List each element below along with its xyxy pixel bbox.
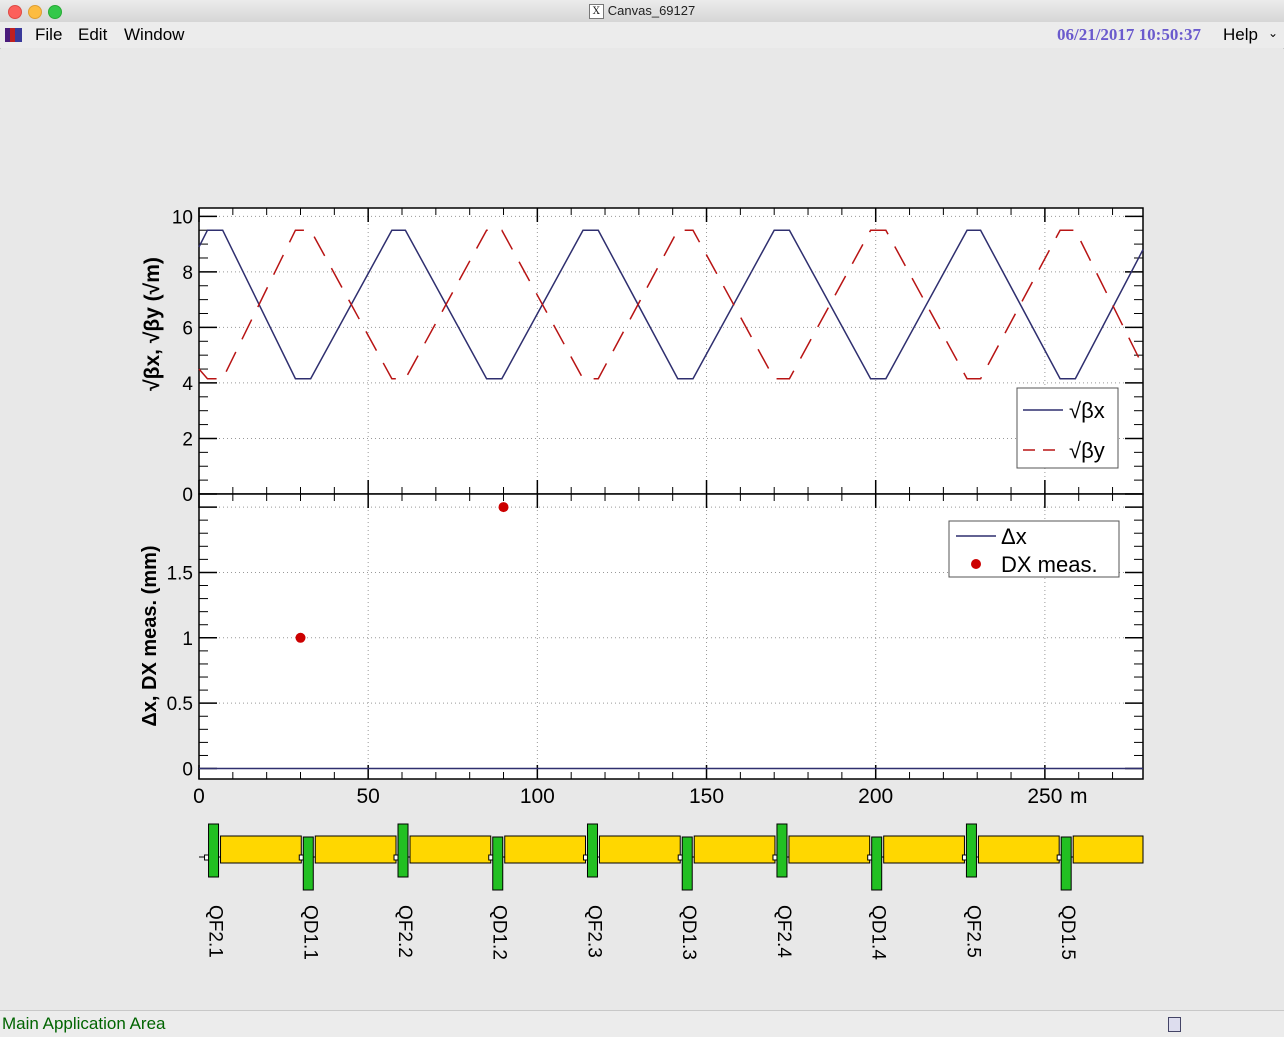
quadrupole-QD1.4 <box>871 836 883 891</box>
beta-plot-frame <box>198 207 1144 495</box>
optics-plot: 024681000.511.5 0 50 100 150 200 250 √βx, √βy… <box>139 207 1144 960</box>
quadrupole-QF2.4 <box>776 823 788 878</box>
status-text: Main Application Area <box>2 1014 166 1033</box>
quad-label-QF2.2: QF2.2 <box>394 905 415 958</box>
legend-dx-meas-swatch <box>971 559 981 569</box>
window-title-area: X Canvas_69127 <box>0 3 1284 20</box>
quad-label-QF2.5: QF2.5 <box>962 905 983 958</box>
y-tick-label: 8 <box>182 263 193 284</box>
window-title: Canvas_69127 <box>607 3 696 18</box>
legend-beta-y-label: √βy <box>1069 438 1105 463</box>
menu-file[interactable]: File <box>35 25 62 45</box>
quad-label-QD1.1: QD1.1 <box>299 905 320 960</box>
x-tick-label: 0 <box>193 785 205 808</box>
dipole-magnet <box>220 835 302 864</box>
dx-meas-point <box>295 632 306 643</box>
menubar: File Edit Window 06/21/2017 10:50:37 Hel… <box>0 22 1284 49</box>
x-tick-label: 250 <box>1027 785 1062 808</box>
dipole-magnet <box>693 835 776 864</box>
x-axis-unit-label: m <box>1070 785 1088 808</box>
y-tick-labels: 0 2 4 6 8 10 0 0.5 1 1.5 <box>167 207 194 780</box>
dipole-magnet <box>314 835 397 864</box>
lattice-strip: QF2.1 QD1.1 QF2.2 QD1.2 QF2.3 QD1.3 QF2.4 QD1.4… <box>199 823 1144 960</box>
quad-label-QD1.3: QD1.3 <box>678 905 699 960</box>
chevron-down-icon[interactable]: ⌄ <box>1268 26 1278 40</box>
menu-edit[interactable]: Edit <box>78 25 107 45</box>
quad-label-QF2.4: QF2.4 <box>773 905 794 958</box>
y-tick-label: 10 <box>172 207 193 228</box>
quadrupole-QD1.5 <box>1060 836 1072 891</box>
y-tick-label: 0 <box>182 760 193 781</box>
quadrupole-QD1.1 <box>302 836 314 891</box>
canvas-area[interactable]: 0 2 4 6 8 10 0 0.5 1 1.5 0 50 100 150 200 250 √βx, √βy… <box>1 48 1283 1010</box>
dipole-magnet <box>883 835 965 864</box>
y-tick-label: 1.5 <box>167 563 193 584</box>
y-tick-label: 1 <box>182 629 193 650</box>
y-tick-label: 4 <box>182 374 193 395</box>
x-tick-label: 150 <box>689 785 724 808</box>
statusbar: Main Application Area <box>0 1010 1284 1037</box>
dipole-magnet <box>1072 835 1144 864</box>
quadrupole-QF2.1 <box>208 823 220 878</box>
x11-icon: X <box>588 4 604 20</box>
dx-y-axis-label: Δx, DX meas. (mm) <box>139 545 161 726</box>
quadrupole-QF2.2 <box>397 823 409 878</box>
dx-meas-point <box>498 502 509 513</box>
x-tick-label: 100 <box>520 785 555 808</box>
legend-dx-meas-label: DX meas. <box>1001 552 1098 577</box>
x-tick-label: 200 <box>858 785 893 808</box>
quad-label-QD1.4: QD1.4 <box>868 905 889 960</box>
quadrupole-QD1.2 <box>492 836 504 891</box>
y-tick-label: 0 <box>182 485 193 506</box>
legend-beta-x-label: √βx <box>1069 398 1105 423</box>
dipole-magnet <box>409 835 492 864</box>
quad-label-QF2.1: QF2.1 <box>205 905 226 958</box>
beta-y-axis-label: √βx, √βy (√m) <box>141 257 164 391</box>
quad-label-QF2.3: QF2.3 <box>583 905 604 958</box>
y-tick-label: 0.5 <box>167 694 193 715</box>
quad-label-QD1.2: QD1.2 <box>489 905 510 960</box>
window-titlebar: X Canvas_69127 <box>0 0 1284 23</box>
dipole-magnet <box>977 835 1060 864</box>
x-tick-labels: 0 50 100 150 200 250 <box>193 785 1062 808</box>
x-tick-label: 50 <box>356 785 379 808</box>
datetime-display: 06/21/2017 10:50:37 <box>1056 25 1201 44</box>
y-tick-label: 6 <box>182 318 193 339</box>
quadrupole-QF2.3 <box>586 823 598 878</box>
legend-dx-label: Δx <box>1001 524 1027 549</box>
dx-legend: Δx DX meas. <box>948 520 1120 578</box>
dipole-magnet <box>598 835 681 864</box>
menu-help[interactable]: Help <box>1223 25 1258 45</box>
document-icon[interactable] <box>1168 1017 1181 1032</box>
beta-legend: √βx √βy <box>1016 387 1119 469</box>
quadrupole-QF2.5 <box>965 823 977 878</box>
root-icon[interactable] <box>5 28 22 42</box>
menu-window[interactable]: Window <box>124 25 184 45</box>
dipole-magnet <box>504 835 586 864</box>
y-tick-label: 2 <box>182 429 193 450</box>
dipole-magnet <box>788 835 871 864</box>
quadrupole-QD1.3 <box>681 836 693 891</box>
quad-label-QD1.5: QD1.5 <box>1057 905 1078 960</box>
